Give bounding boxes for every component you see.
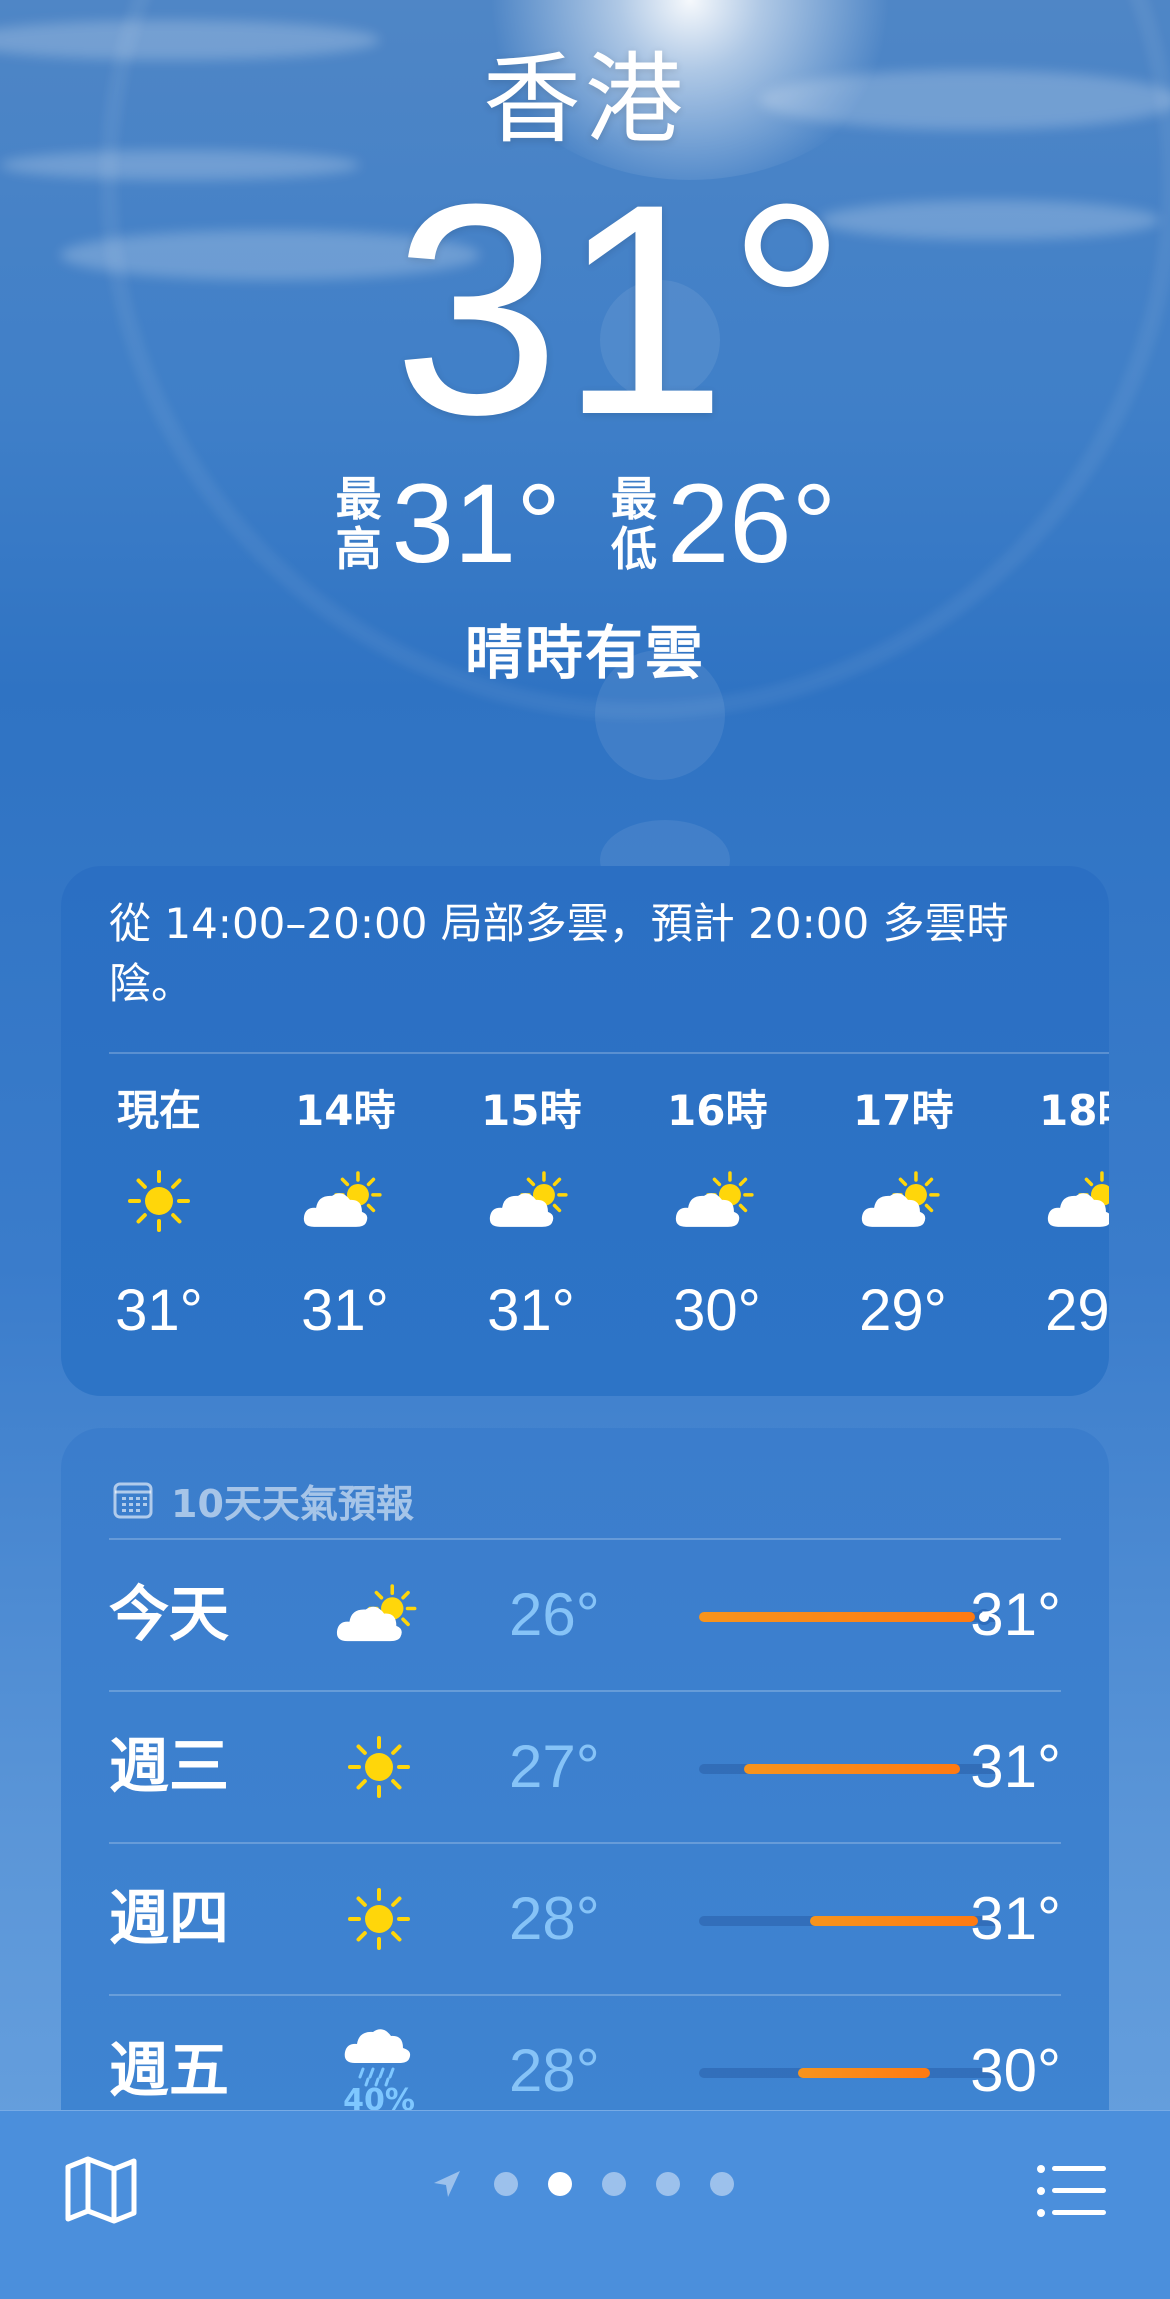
hour-label: 16時 — [667, 1086, 768, 1135]
partly-cloudy-icon — [1039, 1146, 1109, 1256]
page-indicator[interactable] — [430, 2167, 734, 2201]
high-temperature: 31° — [970, 1733, 1061, 1800]
low-label: 最低 — [611, 472, 657, 576]
temperature-range-fill — [744, 1764, 960, 1774]
daily-row[interactable]: 今天 26° 31° — [109, 1540, 1061, 1690]
high-label: 最高 — [335, 472, 382, 576]
day-name: 今天 — [109, 1580, 229, 1650]
hour-label: 現在 — [116, 1086, 201, 1135]
low-temperature: 28° — [509, 1885, 600, 1952]
hour-column: 17時 29° — [853, 1076, 1039, 1346]
list-icon[interactable] — [1036, 2163, 1106, 2219]
hour-column: 18時 29° — [1039, 1076, 1109, 1346]
daily-forecast-header: 10天天氣預報 — [61, 1428, 1109, 1538]
temperature-range-bar — [699, 1609, 999, 1625]
high-temp-group: 最高 31° — [334, 464, 561, 584]
page-dot[interactable] — [656, 2172, 680, 2196]
page-dot[interactable] — [494, 2172, 518, 2196]
hour-label: 18時 — [1039, 1086, 1109, 1135]
high-temperature: 31° — [970, 1581, 1061, 1648]
partly-cloudy-icon — [853, 1146, 953, 1256]
partly-cloudy-icon — [329, 1540, 429, 1690]
condition-text: 晴時有雲 — [464, 619, 705, 687]
hour-temperature: 29° — [1045, 1278, 1109, 1343]
high-low-row: 最高 31° 最低 26° — [0, 464, 1170, 584]
low-temperature: 26° — [667, 461, 837, 586]
hour-temperature: 29° — [859, 1278, 947, 1343]
bottom-toolbar — [0, 2110, 1170, 2299]
hour-label: 14時 — [295, 1086, 396, 1135]
sun-icon — [329, 1844, 429, 1994]
forecast-summary: 從 14:00–20:00 局部多雲，預計 20:00 多雲時陰。 — [109, 899, 1009, 1008]
temperature-range-fill — [810, 1916, 978, 1926]
partly-cloudy-icon — [667, 1146, 767, 1256]
low-temperature: 26° — [509, 1581, 600, 1648]
map-icon[interactable] — [64, 2155, 138, 2225]
high-temperature: 31° — [391, 461, 561, 586]
hour-column: 16時 30° — [667, 1076, 853, 1346]
temperature-range-bar — [699, 1916, 999, 1926]
current-temperature: 31° — [393, 141, 847, 477]
day-name: 週三 — [109, 1732, 229, 1802]
temperature-range-bar — [699, 2068, 999, 2078]
calendar-icon — [113, 1482, 153, 1519]
partly-cloudy-icon — [481, 1146, 581, 1256]
temperature-range-bar — [699, 1764, 999, 1774]
page-dot[interactable] — [548, 2172, 572, 2196]
hour-temperature: 31° — [115, 1278, 203, 1343]
day-name: 週四 — [109, 1884, 229, 1954]
partly-cloudy-icon — [295, 1146, 395, 1256]
hour-column: 現在 31° — [109, 1076, 295, 1346]
daily-list[interactable]: 今天 26° 31° 週三 27° 31° 週四 28° 31° 週五 40% … — [61, 1540, 1109, 2146]
location-arrow-icon[interactable] — [430, 2167, 464, 2201]
temperature-range-fill — [798, 2068, 930, 2078]
sun-icon — [329, 1692, 429, 1842]
hour-label: 15時 — [481, 1086, 582, 1135]
daily-row[interactable]: 週四 28° 31° — [109, 1844, 1061, 1994]
hour-temperature: 31° — [301, 1278, 389, 1343]
divider — [109, 1052, 1109, 1054]
page-dot[interactable] — [710, 2172, 734, 2196]
high-temperature: 31° — [970, 1885, 1061, 1952]
hourly-forecast-card[interactable]: 從 14:00–20:00 局部多雲，預計 20:00 多雲時陰。 現在 31°… — [61, 866, 1109, 1396]
current-weather-header: 香港 31° 最高 31° 最低 26° 晴時有雲 — [0, 40, 1170, 690]
hour-temperature: 31° — [487, 1278, 575, 1343]
low-temperature: 27° — [509, 1733, 600, 1800]
daily-forecast-title: 10天天氣預報 — [171, 1481, 414, 1526]
low-temp-group: 最低 26° — [609, 464, 836, 584]
hour-column: 14時 31° — [295, 1076, 481, 1346]
hourly-list[interactable]: 現在 31° 14時 31° 15時 31° 16時 30° 17時 29° 1… — [109, 1076, 1109, 1346]
sun-icon — [109, 1146, 209, 1256]
hour-column: 15時 31° — [481, 1076, 667, 1346]
hour-label: 17時 — [853, 1086, 954, 1135]
hour-temperature: 30° — [673, 1278, 761, 1343]
daily-row[interactable]: 週三 27° 31° — [109, 1692, 1061, 1842]
temperature-range-fill — [699, 1612, 975, 1622]
page-dot[interactable] — [602, 2172, 626, 2196]
